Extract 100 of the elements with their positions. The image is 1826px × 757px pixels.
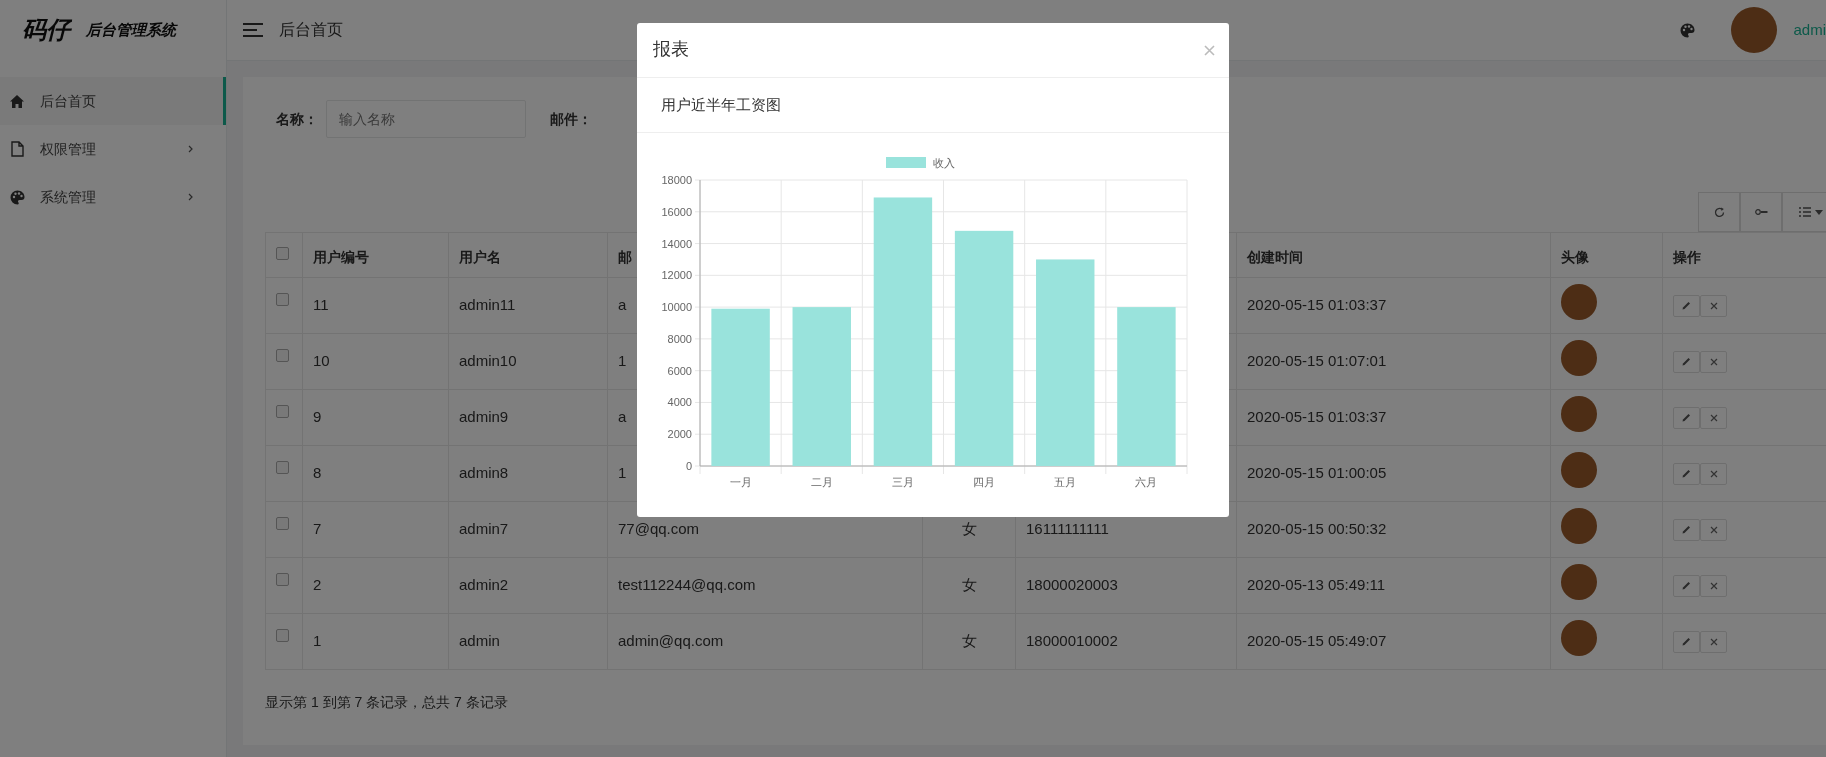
filter-label: 邮件： [550,109,592,129]
table-cell: admin2 [459,576,509,594]
avatar-image[interactable] [1731,7,1778,53]
y-tick-label: 2000 [667,428,692,441]
y-tick-label: 0 [685,460,692,472]
home-icon [10,94,24,108]
refresh-button[interactable] [1698,192,1740,232]
table-cell: 1 [618,352,627,370]
table-cell: 2020-05-15 01:07:01 [1247,352,1387,370]
delete-button[interactable] [1700,574,1727,597]
table-cell: 2020-05-15 05:49:07 [1247,632,1387,650]
delete-button[interactable] [1700,294,1727,317]
table-cell: a [618,408,627,426]
column-header: 用户名 [459,247,501,267]
checkbox[interactable] [276,517,289,530]
y-tick-label: 8000 [667,332,692,345]
filter-input[interactable]: 输入名称 [326,100,526,138]
palette-icon [9,189,25,205]
columns-button[interactable] [1782,192,1826,232]
table-cell: 7 [313,520,322,538]
table-cell: 1 [313,632,322,650]
table-cell: a [618,296,627,314]
column-header: 用户编号 [313,247,369,267]
close-icon [1709,357,1718,366]
pencil-icon [1682,637,1691,646]
theme-button[interactable] [1680,22,1696,38]
edit-button[interactable] [1673,630,1700,653]
table-cell: 2020-05-15 01:03:37 [1247,408,1387,426]
close-icon [1709,413,1718,422]
y-tick-label: 12000 [661,269,692,282]
table-cell: 2020-05-15 00:50:32 [1247,520,1387,538]
legend-label: 收入 [933,157,955,169]
table-cell: 2 [313,576,322,594]
table-cell: admin@qq.com [618,632,724,650]
checkbox[interactable] [276,573,289,586]
chart-title: 用户近半年工资图 [661,94,781,115]
close-icon [1709,581,1718,590]
list-icon [1799,207,1811,217]
checkbox[interactable] [276,461,289,474]
delete-button[interactable] [1700,406,1727,429]
close-icon [1709,301,1718,310]
sidebar-item[interactable]: 后台首页 [0,77,226,125]
table-cell: 1 [618,464,627,482]
toggle-button[interactable] [1740,192,1782,232]
table-cell: admin [459,632,500,650]
delete-button[interactable] [1700,518,1727,541]
table-cell: 女 [961,632,977,650]
x-tick-label: 二月 [810,476,833,488]
refresh-icon [1713,206,1725,218]
checkbox[interactable] [276,405,289,418]
delete-button[interactable] [1700,350,1727,373]
sidebar-item[interactable]: 系统管理 [0,173,226,221]
edit-button[interactable] [1673,518,1700,541]
logo-subtitle: 后台管理系统 [86,19,176,41]
avatar-image [1561,340,1597,377]
checkbox[interactable] [276,293,289,306]
edit-button[interactable] [1673,350,1700,373]
y-tick-label: 10000 [661,301,692,314]
x-tick-label: 一月 [729,476,752,488]
column-header: 创建时间 [1247,247,1303,267]
table-cell: 18000010002 [1026,632,1118,650]
edit-button[interactable] [1673,574,1700,597]
dialog-title: 报表 [653,39,689,61]
checkbox[interactable] [276,247,289,260]
column-header: 头像 [1561,247,1589,267]
logo-title: 码仔 [22,14,70,46]
pencil-icon [1682,413,1691,422]
table-cell: 10 [313,352,330,370]
sidebar-item[interactable]: 权限管理 [0,125,226,173]
checkbox[interactable] [276,349,289,362]
pencil-icon [1682,525,1691,534]
table-cell: 11 [313,296,329,314]
table-cell: admin8 [459,464,509,482]
menu-icon [243,23,263,37]
y-tick-label: 16000 [661,205,692,218]
menu-button[interactable] [243,23,263,37]
delete-button[interactable] [1700,462,1727,485]
table-cell: 77@qq.com [618,520,700,538]
table-cell: 女 [961,576,977,594]
close-icon [1204,44,1215,56]
table-cell: 8 [313,464,322,482]
table-cell: 9 [313,408,322,426]
palette-icon [1680,22,1696,38]
avatar-image [1561,620,1597,657]
avatar-image [1561,508,1597,545]
edit-button[interactable] [1673,406,1700,429]
column-header: 操作 [1673,247,1701,267]
checkbox[interactable] [276,629,289,642]
table-cell: 女 [961,520,977,538]
legend-swatch [886,157,926,168]
close-button[interactable] [1204,44,1215,56]
table-cell: admin11 [459,296,516,314]
delete-button[interactable] [1700,630,1727,653]
table-cell: 18000020003 [1026,576,1118,594]
page-title: 后台首页 [279,20,343,40]
column-header: 邮 [618,247,632,267]
file-icon [10,141,24,157]
edit-button[interactable] [1673,462,1700,485]
avatar-image [1561,396,1597,433]
edit-button[interactable] [1673,294,1700,317]
